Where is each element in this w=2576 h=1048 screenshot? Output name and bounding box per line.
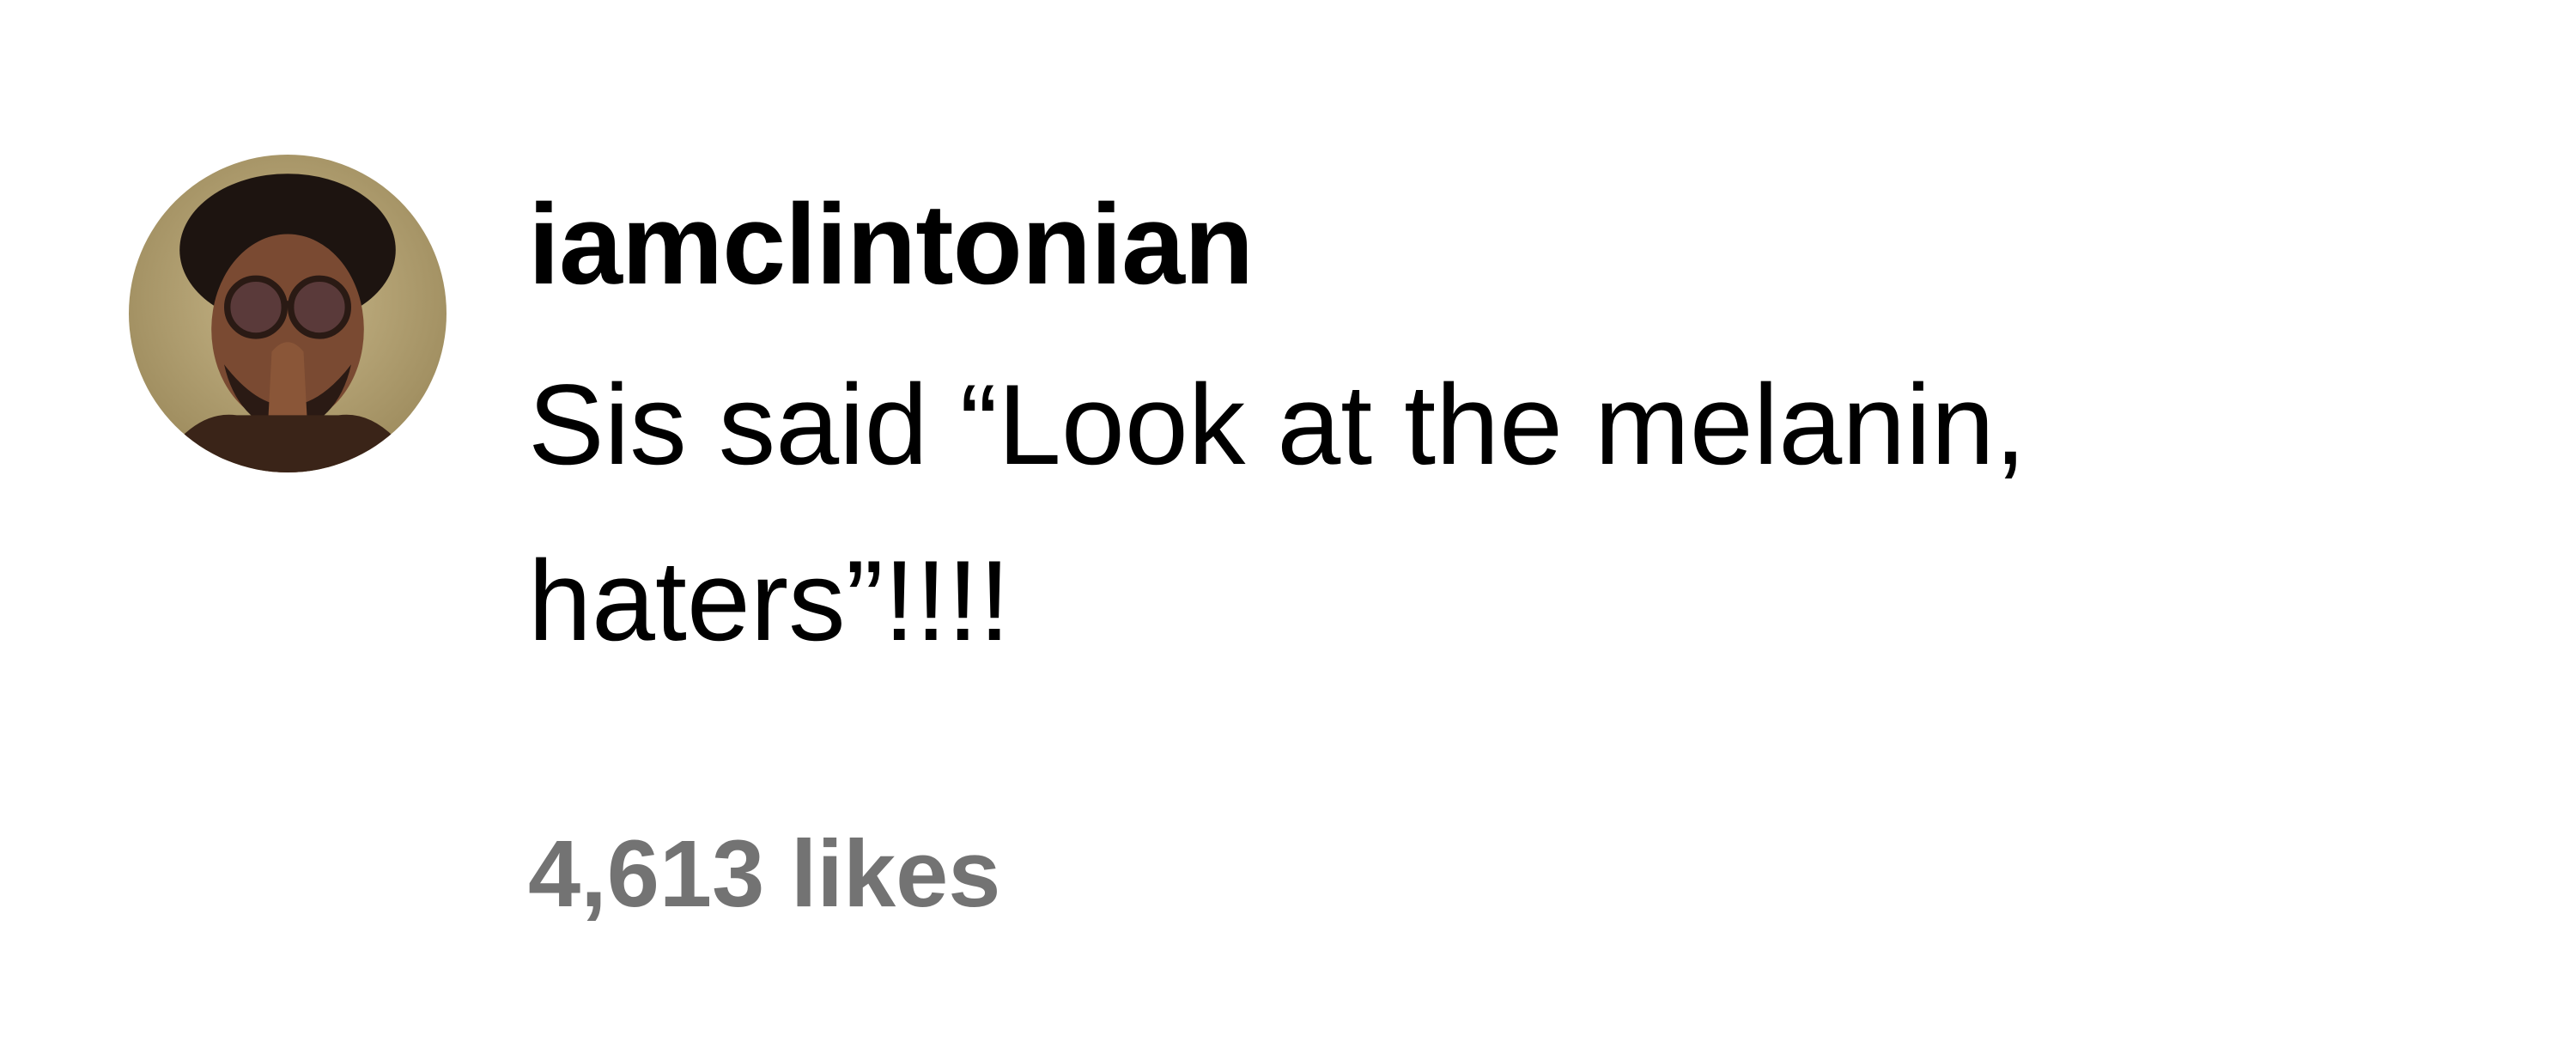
comment-item: iamclintonian Sis said “Look at the mela… [0,0,2576,1048]
comment-text-line: Sis said “Look at the melanin, [528,362,2026,489]
comment-username[interactable]: iamclintonian [528,176,2503,314]
comment-text-line: haters”!!!! [528,538,1011,665]
comment-text: Sis said “Look at the melanin, haters”!!… [528,338,2503,690]
likes-count[interactable]: 4,613 likes [528,819,2503,930]
avatar[interactable] [129,155,447,472]
comment-content: iamclintonian Sis said “Look at the mela… [528,176,2503,930]
profile-photo-icon [129,155,447,472]
